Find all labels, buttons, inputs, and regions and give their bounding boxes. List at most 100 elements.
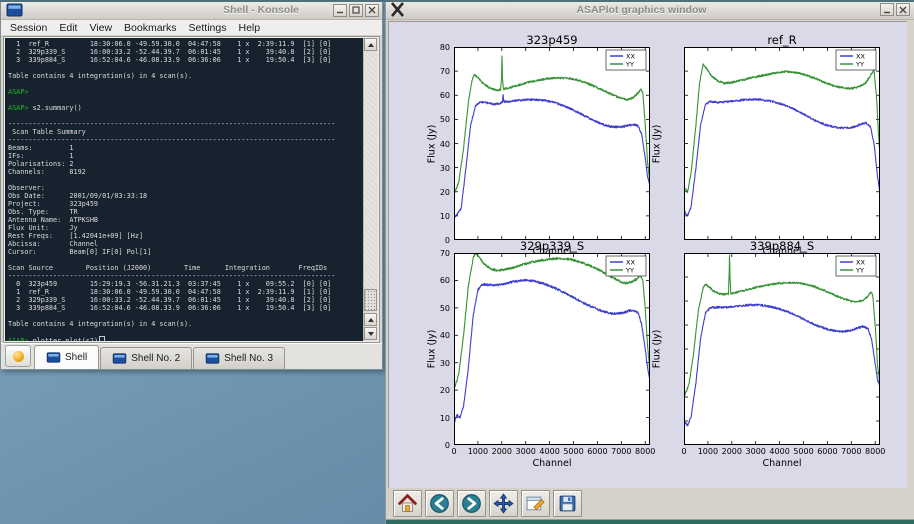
menu-item-bookmarks[interactable]: Bookmarks xyxy=(118,22,183,34)
minimize-button[interactable] xyxy=(333,4,347,17)
terminal-line: Table contains 4 integration(s) in 4 sca… xyxy=(8,320,363,328)
close-button[interactable] xyxy=(896,3,910,16)
menu-item-view[interactable]: View xyxy=(83,22,118,34)
scrollbar-thumb[interactable] xyxy=(364,289,377,311)
arrow-down-icon xyxy=(368,332,374,336)
plot-axes: XXYY xyxy=(684,253,880,445)
minimize-icon xyxy=(336,6,344,14)
plot-axes: XXYY xyxy=(454,253,650,445)
terminal-line: 3 339p884_S 16:52:04.6 -46.08.33.9 06:36… xyxy=(8,56,363,64)
shell-tab-icon xyxy=(46,352,61,363)
scroll-up-button-bottom[interactable] xyxy=(364,313,377,326)
maximize-button[interactable] xyxy=(349,4,363,17)
terminal-line: Abcissa: Channel xyxy=(8,240,363,248)
konsole-app-icon xyxy=(6,3,23,17)
terminal-line xyxy=(8,256,363,264)
asaplot-window: ASAPlot graphics window 323p459 Channel 0 1… xyxy=(385,0,914,524)
x-axis-label: Channel xyxy=(454,458,650,469)
pan-icon xyxy=(493,493,514,514)
chart-title: 329p339_S xyxy=(454,239,650,253)
terminal-line: Cursor: Beam[0] IF[0] Pol[1] xyxy=(8,248,363,256)
tab-bar: Shell Shell No. 2 Shell No. 3 xyxy=(1,343,382,369)
y-tick-label: 10 xyxy=(428,212,450,221)
terminal-output[interactable]: 1 ref_R 18:30:06.0 -49.59.30.0 04:47:58 … xyxy=(5,38,363,341)
home-button[interactable] xyxy=(393,490,422,517)
new-session-button[interactable] xyxy=(5,345,31,367)
terminal-frame: 1 ref_R 18:30:06.0 -49.59.30.0 04:47:58 … xyxy=(3,36,380,343)
terminal-scrollbar[interactable] xyxy=(363,38,378,341)
terminal-line: IFs: 1 xyxy=(8,152,363,160)
tab-shell-no-3[interactable]: Shell No. 3 xyxy=(193,347,285,369)
close-button[interactable] xyxy=(365,4,379,17)
terminal-line: Obs Date: 2001/09/01/03:33:18 xyxy=(8,192,363,200)
tab-label: Shell No. 2 xyxy=(131,353,180,364)
forward-button[interactable] xyxy=(457,490,486,517)
asaplot-titlebar[interactable]: ASAPlot graphics window xyxy=(386,0,914,20)
y-tick-label: 70 xyxy=(428,67,450,76)
svg-text:YY: YY xyxy=(625,61,634,69)
save-button[interactable] xyxy=(553,490,582,517)
terminal-line: 2 329p339_S 16:00:33.2 -52.44.39.7 06:01… xyxy=(8,296,363,304)
terminal-cursor xyxy=(99,336,105,341)
legend: XXYY xyxy=(836,50,876,70)
plot-figure-canvas[interactable]: 323p459Channel01020304050607080Flux (Jy)… xyxy=(388,21,907,489)
legend: XXYY xyxy=(606,50,646,70)
y-axis-label: Flux (Jy) xyxy=(427,330,438,369)
y-tick-label: 30 xyxy=(428,164,450,173)
plot-toolbar xyxy=(388,488,914,519)
terminal-line: ASAP> plotter.plot(s2) xyxy=(8,336,363,341)
menu-item-settings[interactable]: Settings xyxy=(183,22,233,34)
scroll-up-button[interactable] xyxy=(364,38,377,51)
scroll-down-button[interactable] xyxy=(364,327,377,340)
terminal-line xyxy=(8,312,363,320)
terminal-line: Beams: 1 xyxy=(8,144,363,152)
minimize-icon xyxy=(883,6,891,14)
tab-label: Shell No. 3 xyxy=(224,353,273,364)
svg-text:XX: XX xyxy=(856,53,865,61)
plot-axes: XXYY xyxy=(454,47,650,240)
plot-axes: XXYY xyxy=(684,47,880,240)
svg-text:XX: XX xyxy=(626,259,635,267)
legend: XXYY xyxy=(606,256,646,276)
minimize-button[interactable] xyxy=(880,3,894,16)
home-icon xyxy=(397,493,418,514)
back-icon xyxy=(429,493,450,514)
y-axis-label: Flux (Jy) xyxy=(427,124,438,163)
terminal-line: 3 339p884_S 16:52:04.6 -46.08.33.9 06:36… xyxy=(8,304,363,312)
window-title: ASAPlot graphics window xyxy=(405,4,878,16)
menu-item-help[interactable]: Help xyxy=(233,22,267,34)
konsole-window: Shell - Konsole SessionEditViewBookmarks… xyxy=(0,0,383,370)
y-tick-label: 0 xyxy=(428,441,450,450)
terminal-line: Project: 323p459 xyxy=(8,200,363,208)
shell-tab-icon xyxy=(112,353,127,364)
pan-button[interactable] xyxy=(489,490,518,517)
chart-title: 339p884_S xyxy=(684,239,880,253)
terminal-line: 2 329p339_S 16:00:33.2 -52.44.39.7 06:01… xyxy=(8,48,363,56)
y-tick-label: 10 xyxy=(428,414,450,423)
x-tick-label: 8000 xyxy=(860,447,890,456)
konsole-titlebar[interactable]: Shell - Konsole xyxy=(1,1,382,20)
tab-shell-no-2[interactable]: Shell No. 2 xyxy=(100,347,192,369)
svg-text:YY: YY xyxy=(855,267,864,275)
menu-item-edit[interactable]: Edit xyxy=(53,22,83,34)
arrow-up-icon xyxy=(368,318,374,322)
terminal-line: Obs. Type: TR xyxy=(8,208,363,216)
svg-text:XX: XX xyxy=(626,53,635,61)
menu-item-session[interactable]: Session xyxy=(4,22,53,34)
tab-label: Shell xyxy=(65,352,87,363)
shell-tab-icon xyxy=(205,353,220,364)
subplots-button[interactable] xyxy=(521,490,550,517)
y-tick-label: 20 xyxy=(428,188,450,197)
terminal-line xyxy=(8,112,363,120)
chart-title: 323p459 xyxy=(454,33,650,47)
y-tick-label: 0 xyxy=(428,236,450,245)
close-icon xyxy=(899,6,907,14)
tab-shell[interactable]: Shell xyxy=(34,345,99,369)
chart-title: ref_R xyxy=(684,33,880,47)
back-button[interactable] xyxy=(425,490,454,517)
terminal-line: 1 ref_R 18:30:06.0 -49.59.30.0 04:47:58 … xyxy=(8,40,363,48)
terminal-line xyxy=(8,80,363,88)
terminal-line xyxy=(8,328,363,336)
svg-text:YY: YY xyxy=(625,267,634,275)
terminal-line xyxy=(8,96,363,104)
